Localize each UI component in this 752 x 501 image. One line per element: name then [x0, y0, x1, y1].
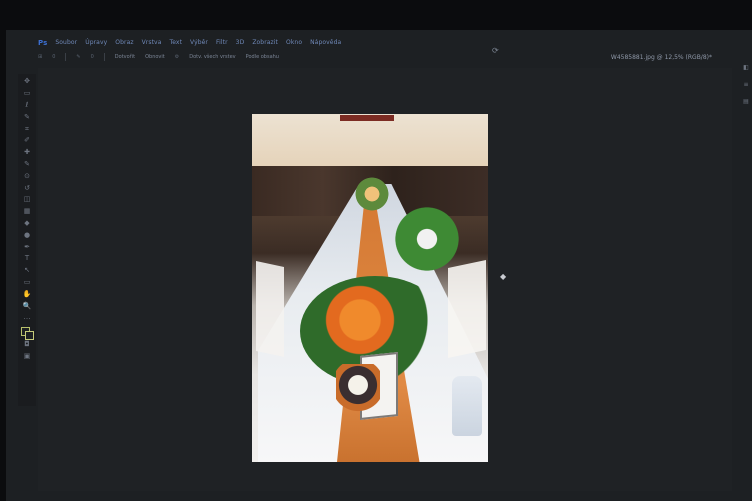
image-wall	[252, 114, 488, 170]
tool-value-1[interactable]: 0	[52, 54, 55, 60]
more-tools-icon[interactable]: …	[21, 312, 33, 324]
app-logo: Ps	[38, 38, 48, 47]
menu-item-3d[interactable]: 3D	[236, 39, 245, 46]
eraser-icon[interactable]: ◫	[21, 194, 33, 206]
image-wine-glass	[452, 376, 482, 436]
image-wall-frame	[340, 115, 394, 121]
color-swatches[interactable]	[21, 326, 34, 340]
tool-preset-icon[interactable]: ⊞	[38, 54, 42, 60]
gear-icon[interactable]: ⚙	[175, 54, 179, 60]
option-button-3[interactable]: Dotv. všech vrstev	[189, 54, 235, 60]
menu-item-edit[interactable]: Úpravy	[85, 39, 107, 46]
menu-item-view[interactable]: Zobrazit	[252, 39, 278, 46]
image-napkin-right	[448, 259, 486, 359]
panel-icon-2[interactable]: ≡	[743, 81, 748, 88]
eyedropper-icon[interactable]: ✐	[21, 135, 33, 147]
brush-size-icon[interactable]: ✎	[76, 54, 80, 60]
quick-select-icon[interactable]: ✎	[21, 111, 33, 123]
menu-item-select[interactable]: Výběr	[190, 39, 208, 46]
spot-heal-icon[interactable]: ✚	[21, 147, 33, 159]
menu-item-window[interactable]: Okno	[286, 39, 302, 46]
menu-item-help[interactable]: Nápověda	[310, 39, 341, 46]
dodge-icon[interactable]: ●	[21, 229, 33, 241]
image-flower-arrangement-mid	[372, 204, 482, 274]
menu-item-file[interactable]: Soubor	[55, 39, 77, 46]
crop-icon[interactable]: ⌗	[21, 123, 33, 135]
menu-bar: Ps Soubor Úpravy Obraz Vrstva Text Výběr…	[38, 36, 742, 49]
image-candle-glass	[336, 364, 380, 434]
option-button-1[interactable]: Dotvořit	[115, 54, 135, 60]
canvas-image[interactable]	[252, 114, 488, 462]
zoom-icon[interactable]: 🔍	[21, 300, 33, 312]
marquee-icon[interactable]: ▭	[21, 88, 33, 100]
options-separator	[103, 53, 105, 61]
background-color-swatch[interactable]	[25, 330, 34, 340]
lasso-icon[interactable]: ℓ	[21, 100, 33, 112]
screen-bezel-top	[0, 0, 752, 30]
type-icon[interactable]: T	[21, 253, 33, 265]
tool-value-2[interactable]: 0	[91, 54, 94, 60]
clone-stamp-icon[interactable]: ⊙	[21, 170, 33, 182]
shape-icon[interactable]: ▭	[21, 277, 33, 289]
option-button-4[interactable]: Podle obsahu	[246, 54, 279, 60]
screen-mode-icon[interactable]: ▣	[21, 351, 33, 363]
blur-icon[interactable]: ◆	[21, 218, 33, 230]
mouse-cursor-icon: ◆	[500, 272, 507, 281]
gradient-icon[interactable]: ▦	[21, 206, 33, 218]
options-separator	[65, 53, 67, 61]
move-icon[interactable]: ✥	[21, 76, 33, 88]
brush-icon[interactable]: ✎	[21, 159, 33, 171]
pen-icon[interactable]: ✒	[21, 241, 33, 253]
image-napkin-left	[256, 261, 284, 357]
document-tab[interactable]: W4585881.jpg @ 12,5% (RGB/8)*	[611, 54, 712, 61]
panel-icon-3[interactable]: ▤	[743, 98, 749, 105]
menu-item-layer[interactable]: Vrstva	[142, 39, 162, 46]
history-brush-icon[interactable]: ↺	[21, 182, 33, 194]
panel-icon-1[interactable]: ◧	[743, 64, 749, 71]
right-panel-strip: ◧ ≡ ▤	[740, 64, 752, 174]
tools-panel: ✥ ▭ ℓ ✎ ⌗ ✐ ✚ ✎ ⊙ ↺ ◫ ▦ ◆ ● ✒ T ↖ ▭ ✋ 🔍 …	[18, 74, 36, 406]
menu-item-text[interactable]: Text	[169, 39, 182, 46]
menu-item-image[interactable]: Obraz	[115, 39, 133, 46]
quick-mask-icon[interactable]: ◘	[21, 339, 33, 351]
image-flower-arrangement-far	[342, 174, 402, 214]
path-select-icon[interactable]: ↖	[21, 265, 33, 277]
hand-icon[interactable]: ✋	[21, 288, 33, 300]
menu-item-filter[interactable]: Filtr	[216, 39, 228, 46]
option-button-2[interactable]: Obnovit	[145, 54, 165, 60]
